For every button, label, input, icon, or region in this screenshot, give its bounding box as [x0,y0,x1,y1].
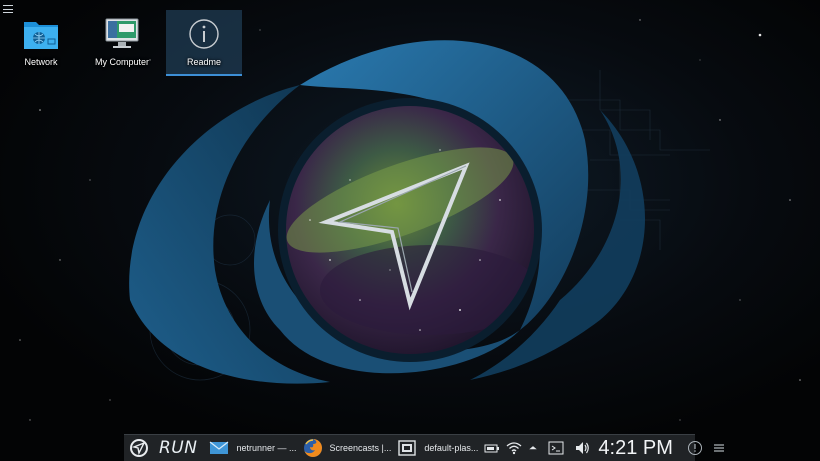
task-screencasts[interactable]: Screencasts |... [303,435,392,461]
volume-icon[interactable] [574,440,590,456]
taskbar: RUN netrunner — ... Screencasts |... def… [124,434,724,461]
terminal-icon[interactable] [548,440,564,456]
clock[interactable]: 4:21 PM [598,437,672,460]
task-label: netrunner — ... [236,443,297,453]
notifications-icon[interactable] [687,440,703,456]
desktop-icon-readme[interactable]: Readme [166,10,242,76]
firefox-icon [303,439,322,457]
task-netrunner[interactable]: netrunner — ... [209,435,297,461]
system-tray: 4:21 PM [478,435,732,461]
battery-icon[interactable] [484,440,500,456]
run-command-button[interactable]: RUN [159,438,197,458]
desktop-icon-network[interactable]: Network [3,10,79,76]
task-label: default-plas... [424,443,479,453]
network-folder-icon [24,22,58,49]
expand-arrow-icon[interactable] [528,440,538,456]
screen-window-icon [398,440,417,456]
task-default-plasma[interactable]: default-plas... [397,435,478,461]
mail-icon [210,441,229,454]
netrunner-logo-icon [130,439,148,457]
info-icon [189,19,219,49]
desktop-icon-label: Readme [186,57,222,67]
desktop-icon-label: My Computer [94,57,149,67]
wifi-icon[interactable] [506,440,522,456]
desktop-icon-label: Network [24,57,58,67]
panel-menu-icon[interactable] [711,440,727,456]
computer-icon [105,18,139,48]
application-launcher[interactable] [124,435,149,461]
desktop-icon-my-computer[interactable]: My Computer [84,10,160,76]
task-label: Screencasts |... [329,443,392,453]
